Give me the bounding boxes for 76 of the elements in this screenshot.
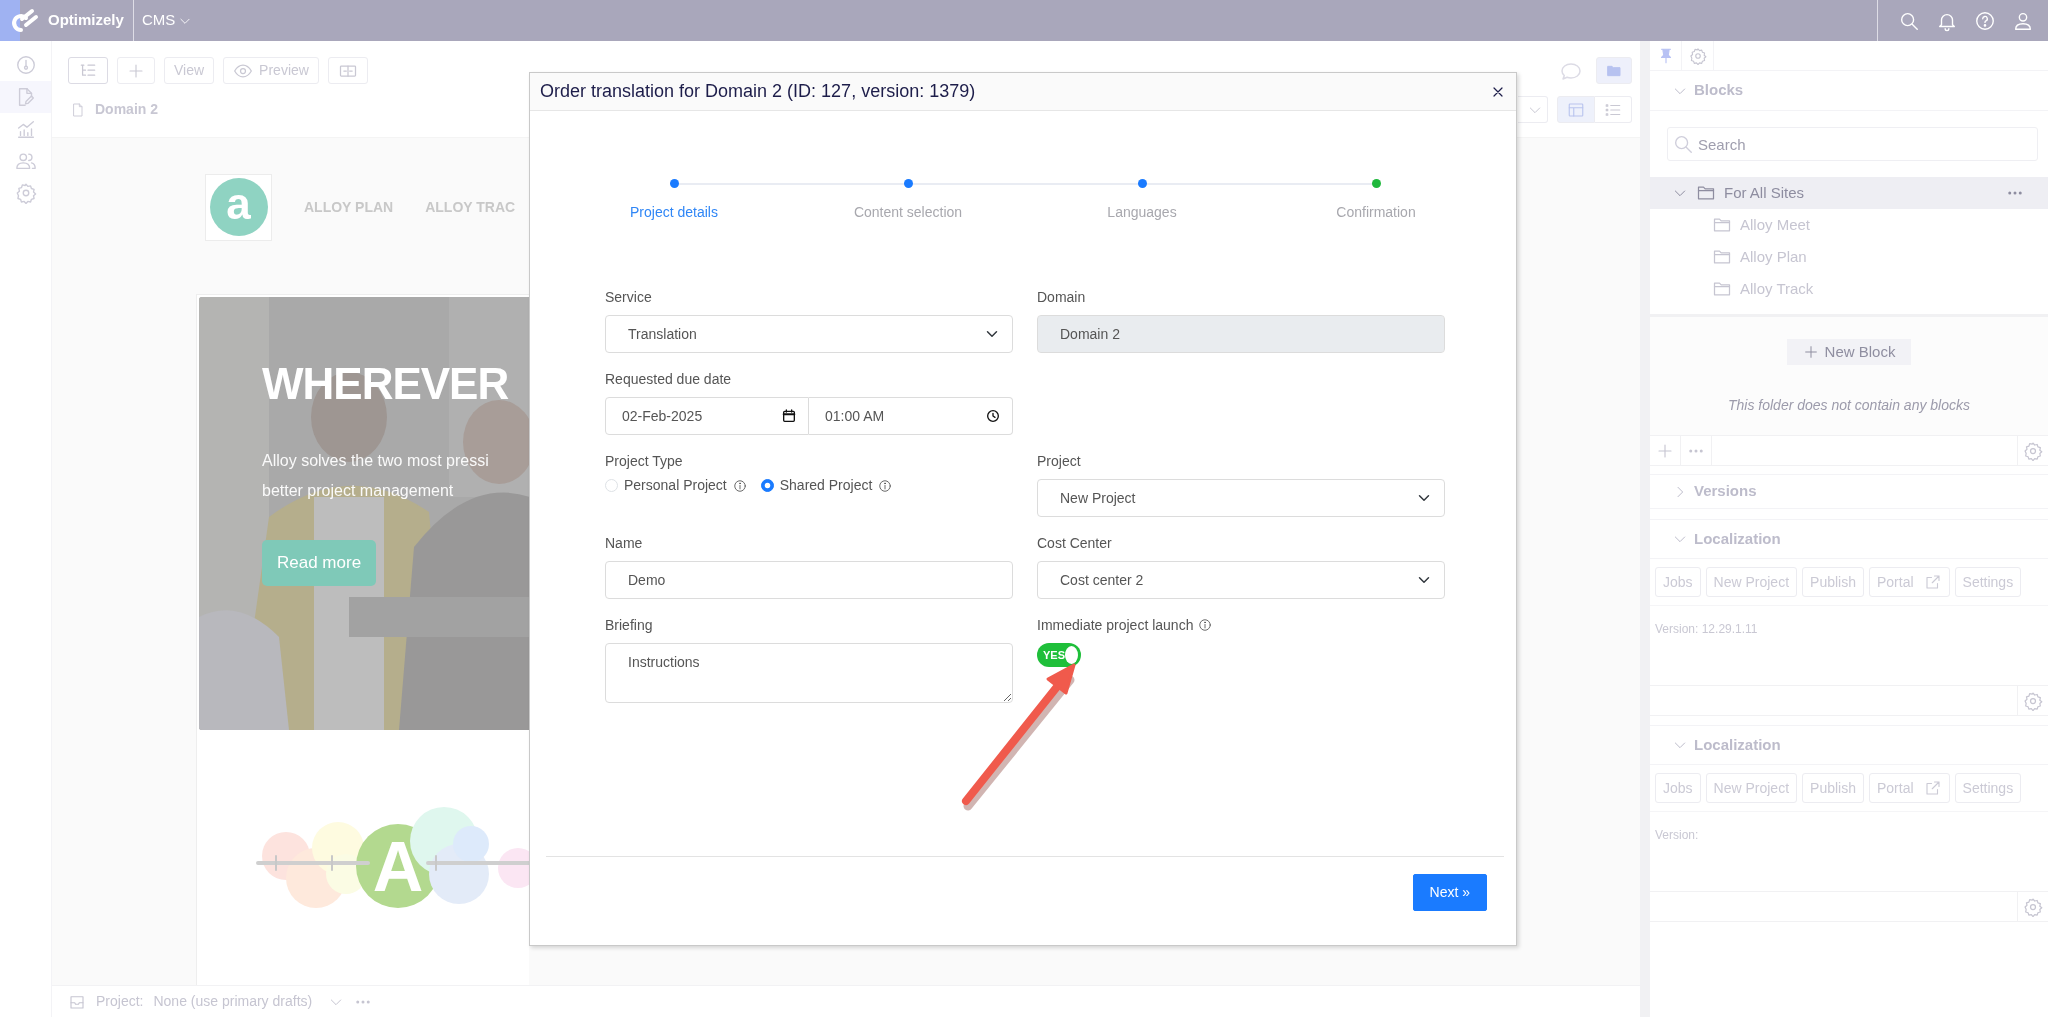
page-title: Domain 2	[95, 100, 158, 119]
scrollbar[interactable]	[1640, 41, 1650, 1017]
step-label[interactable]: Languages	[1107, 203, 1177, 221]
external-link-icon	[1923, 573, 1942, 591]
file-icon	[70, 100, 86, 119]
info-icon	[878, 478, 893, 493]
radio-label: Shared Project	[779, 476, 873, 495]
search-icon	[1672, 133, 1694, 155]
panel-title: Versions	[1694, 481, 1757, 502]
toggle-switch[interactable]: YES	[1037, 643, 1081, 667]
field-label: Project	[1037, 452, 1081, 471]
radio-button[interactable]	[760, 479, 774, 492]
field-label: Cost Center	[1037, 534, 1112, 553]
settings-icon[interactable]	[1688, 46, 1707, 65]
panel-title: Localization	[1694, 734, 1781, 755]
add-button[interactable]	[117, 57, 155, 84]
panel-title: Blocks	[1694, 80, 1744, 101]
folder-button[interactable]	[1596, 57, 1632, 84]
cost-center-select[interactable]: Cost center 2	[1037, 561, 1445, 599]
info-icon	[732, 478, 747, 493]
field-label: Domain	[1037, 288, 1086, 307]
panel-title: Localization	[1694, 528, 1781, 549]
clock-icon[interactable]	[985, 408, 1001, 424]
search-field[interactable]: Search	[1667, 127, 2038, 161]
time-field[interactable]: 01:00 AM	[809, 397, 1013, 435]
radio-label: Personal Project	[624, 476, 727, 495]
tree-button[interactable]	[68, 57, 108, 84]
service-select[interactable]: Translation	[605, 315, 1013, 353]
step-label[interactable]: Confirmation	[1336, 203, 1416, 221]
field-label: Briefing	[605, 616, 653, 635]
project-select[interactable]: New Project	[1037, 479, 1445, 517]
next-button[interactable]: Next »	[1412, 874, 1487, 911]
field-label: Name	[605, 534, 643, 553]
info-icon	[1198, 618, 1213, 632]
field-label: Immediate project launch	[1037, 616, 1194, 635]
project-label: Project:	[96, 992, 144, 1011]
logo-graphic-drawing: A	[256, 796, 531, 936]
project-value: None (use primary drafts)	[153, 992, 313, 1011]
field-label: Project Type	[605, 452, 683, 471]
tree-item[interactable]: Alloy Plan	[1650, 241, 2048, 273]
field-label: Service	[605, 288, 652, 307]
app-menu[interactable]: CMS	[134, 9, 201, 32]
settings-icon[interactable]	[2023, 896, 2043, 917]
dropdown[interactable]	[1518, 96, 1548, 123]
dialog-title: Order translation for Domain 2 (ID: 127, version: 1379)	[540, 80, 976, 103]
help-icon[interactable]	[1974, 9, 1996, 32]
date-field[interactable]: 02-Feb-2025	[605, 397, 809, 435]
layout-icon	[1567, 100, 1585, 119]
site-logo: a	[205, 173, 272, 241]
plus-icon	[1802, 344, 1819, 360]
calendar-icon[interactable]	[781, 408, 797, 424]
users-icon[interactable]	[14, 150, 37, 172]
hero-text: Alloy solves the two most pressi	[262, 451, 490, 471]
layout-toggle[interactable]	[1557, 96, 1595, 123]
tree-item[interactable]: Alloy Meet	[1650, 209, 2048, 241]
split-view-button[interactable]	[327, 57, 368, 84]
new-block-button[interactable]: New Block	[1786, 339, 1912, 365]
rail-button[interactable]	[0, 81, 51, 113]
name-field[interactable]: Demo	[605, 561, 1013, 599]
external-link-icon	[1923, 779, 1942, 797]
list-toggle[interactable]	[1595, 96, 1632, 123]
empty-message: This folder does not contain any blocks	[1728, 396, 1970, 415]
settings-icon[interactable]	[2023, 440, 2043, 461]
hero-text: better project management	[262, 481, 455, 501]
tree-item[interactable]: Alloy Track	[1650, 273, 2048, 305]
briefing-field[interactable]: Instructions	[605, 643, 1013, 703]
step-label[interactable]: Project details	[630, 203, 718, 221]
field-label: Requested due date	[605, 370, 732, 389]
dashboard-icon[interactable]	[14, 54, 37, 76]
tree-item[interactable]: For All Sites	[1650, 177, 2048, 209]
hero-heading: WHEREVER	[262, 362, 510, 406]
settings-icon[interactable]	[14, 182, 37, 204]
read-more-button[interactable]: Read more	[262, 540, 377, 586]
step-label[interactable]: Content selection	[853, 203, 963, 221]
settings-icon[interactable]	[2023, 690, 2043, 711]
brand-name: Optimizely	[48, 10, 125, 31]
